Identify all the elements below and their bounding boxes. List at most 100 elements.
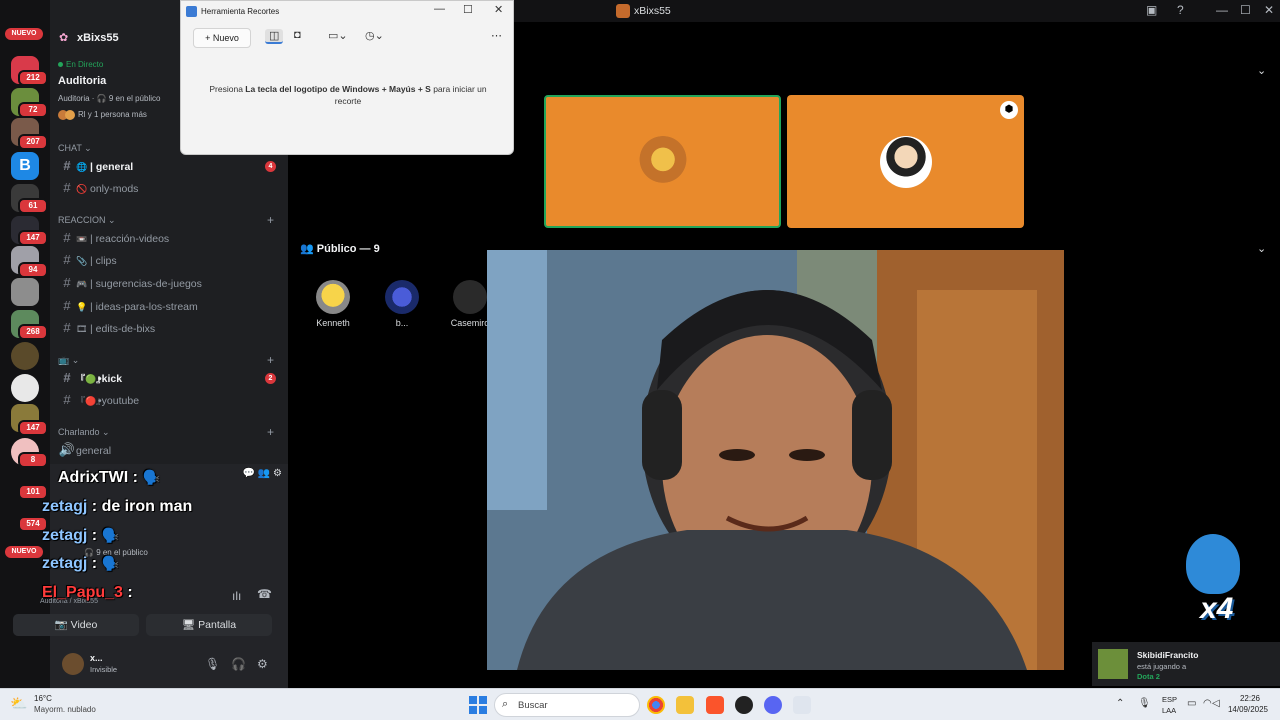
server-boost-icon: ✿ bbox=[59, 32, 69, 44]
snipping-tool-icon[interactable] bbox=[793, 696, 811, 714]
language-code[interactable]: ESP bbox=[1162, 695, 1177, 704]
add-channel-icon[interactable]: + bbox=[267, 353, 274, 367]
notification-activity: está jugando a bbox=[1137, 662, 1187, 671]
volume-icon[interactable]: ◁ bbox=[1212, 698, 1220, 709]
live-dot-icon bbox=[58, 62, 63, 67]
clock-time[interactable]: 22:26 bbox=[1228, 694, 1272, 703]
audience-member[interactable]: Casemiro bbox=[450, 280, 490, 328]
timer-icon[interactable]: ◷⌄ bbox=[365, 29, 384, 42]
snip-close-button[interactable]: ✕ bbox=[494, 3, 503, 16]
snip-minimize-button[interactable]: — bbox=[434, 3, 445, 15]
keyboard-layout[interactable]: LAA bbox=[1162, 706, 1176, 715]
clock-date[interactable]: 14/09/2025 bbox=[1224, 705, 1272, 714]
mention-badge: 147 bbox=[18, 420, 48, 436]
speaker-tile[interactable] bbox=[544, 95, 781, 228]
weather-temp: 16°C bbox=[34, 694, 52, 703]
start-button-icon[interactable] bbox=[469, 696, 487, 714]
server-icon-b[interactable]: B bbox=[11, 152, 39, 180]
chevron-down-icon[interactable]: ⌄ bbox=[1257, 242, 1266, 255]
microphone-icon[interactable]: 🎙 bbox=[205, 657, 220, 671]
display-icon[interactable]: ▭ bbox=[1187, 698, 1196, 709]
video-mode-icon[interactable]: ◘ bbox=[294, 29, 301, 41]
close-button[interactable]: ✕ bbox=[1264, 3, 1274, 17]
avatar bbox=[65, 110, 75, 120]
chat-overlay-line: El_Papu_3 : bbox=[42, 584, 133, 602]
server-icon[interactable] bbox=[11, 278, 39, 306]
channel-edits[interactable]: # 🎞 | edits-de-bixs bbox=[58, 318, 282, 338]
brave-icon[interactable] bbox=[706, 696, 724, 714]
snip-title: Herramienta Recortes bbox=[201, 7, 280, 16]
rectangle-mode-icon[interactable]: ▭⌄ bbox=[328, 29, 348, 42]
search-label: Buscar bbox=[518, 700, 548, 711]
mention-badge: 72 bbox=[18, 102, 48, 118]
channel-clips[interactable]: # 📎 | clips bbox=[58, 250, 282, 270]
channel-label: | general bbox=[90, 161, 134, 173]
live-label: En Directo bbox=[66, 60, 104, 69]
discord-icon[interactable] bbox=[764, 696, 782, 714]
category-label: REACCION bbox=[58, 215, 106, 225]
channel-ideas[interactable]: # 💡 | ideas-para-los-stream bbox=[58, 296, 282, 316]
voice-channel-general[interactable]: 🔊general bbox=[58, 440, 282, 460]
channel-only-mods[interactable]: # 🚫 only-mods bbox=[58, 178, 282, 198]
category-charlando[interactable]: Charlando ⌄ + bbox=[58, 425, 274, 439]
audience-member[interactable]: b... bbox=[382, 280, 422, 328]
search-box[interactable]: ⌕ Buscar bbox=[494, 693, 640, 717]
chevron-up-icon[interactable]: ⌃ bbox=[1116, 698, 1124, 709]
video-button[interactable]: 📷 Video bbox=[13, 614, 139, 636]
channel-label: | reacción-videos bbox=[90, 233, 170, 245]
channel-youtube[interactable]: # 『🔴』•youtube bbox=[58, 390, 282, 410]
server-icon[interactable] bbox=[11, 374, 39, 402]
headphones-icon[interactable]: 🎧 bbox=[231, 657, 246, 671]
chat-bubble-icon[interactable]: 💬 bbox=[243, 468, 255, 479]
wifi-icon[interactable]: ◠ bbox=[1203, 698, 1212, 709]
minimize-button[interactable]: — bbox=[1216, 3, 1228, 17]
app-icon[interactable] bbox=[735, 696, 753, 714]
gear-icon[interactable]: ⚙ bbox=[273, 468, 282, 479]
video-button-label: Video bbox=[70, 619, 98, 631]
speaker-icon: 🔊 bbox=[58, 442, 76, 457]
channel-general[interactable]: # 🌐 | general 4 bbox=[58, 156, 282, 176]
notification-game: Dota 2 bbox=[1137, 672, 1160, 681]
channel-reaccion-videos[interactable]: # 📼 | reacción-videos bbox=[58, 228, 282, 248]
camera-mode-icon[interactable]: ◫ bbox=[265, 29, 284, 44]
weather-icon[interactable]: ⛅ bbox=[10, 695, 27, 712]
channel-label: general bbox=[76, 445, 112, 457]
green-circle-icon: 『🟢』 bbox=[76, 374, 106, 384]
chrome-icon[interactable] bbox=[647, 696, 665, 714]
more-options-icon[interactable]: ⋯ bbox=[491, 29, 502, 42]
chat-nick: zetagj bbox=[42, 498, 88, 515]
speaking-head-icon bbox=[1186, 534, 1240, 594]
soundboard-icon[interactable]: ılı bbox=[232, 589, 241, 603]
microphone-icon[interactable]: 🎙 bbox=[1138, 698, 1151, 709]
stage-title[interactable]: Auditoria bbox=[58, 75, 106, 87]
chevron-down-icon[interactable]: ⌄ bbox=[1257, 64, 1266, 77]
notification-user: SkibidiFrancito bbox=[1137, 650, 1199, 660]
user-panel: x... Invisible 🎙 🎧 ⚙ bbox=[50, 645, 288, 688]
speaker-tile[interactable]: ⬢ bbox=[787, 95, 1024, 228]
category-chat[interactable]: CHAT ⌄ bbox=[58, 143, 92, 154]
category-reaccion[interactable]: REACCION ⌄ + bbox=[58, 213, 274, 227]
file-explorer-icon[interactable] bbox=[676, 696, 694, 714]
settings-gear-icon[interactable]: ⚙ bbox=[257, 657, 268, 671]
disconnect-icon[interactable]: ☎ bbox=[257, 587, 272, 601]
screen-share-button[interactable]: 🖥 Pantalla bbox=[146, 614, 272, 636]
category-streams[interactable]: 📺 ⌄ + bbox=[58, 353, 274, 367]
chat-text: 🗣️ bbox=[101, 527, 119, 543]
avatar[interactable] bbox=[62, 653, 84, 675]
add-channel-icon[interactable]: + bbox=[267, 213, 274, 227]
activity-notification[interactable]: SkibidiFrancito está jugando a Dota 2 bbox=[1092, 642, 1280, 686]
server-icon[interactable] bbox=[11, 342, 39, 370]
add-channel-icon[interactable]: + bbox=[267, 425, 274, 439]
channel-kick[interactable]: # 『🟢』•kick 2 bbox=[58, 368, 282, 388]
chat-nick: zetagj bbox=[42, 527, 88, 544]
msg-shortcut: La tecla del logotipo de Windows + Mayús… bbox=[245, 84, 431, 94]
inbox-icon[interactable]: ▣ bbox=[1146, 3, 1157, 17]
maximize-button[interactable]: ☐ bbox=[1240, 3, 1251, 17]
snip-maximize-button[interactable]: ☐ bbox=[463, 3, 473, 16]
channel-sugerencias[interactable]: # 🎮 | sugerencias-de-juegos bbox=[58, 273, 282, 293]
new-snip-button[interactable]: + Nuevo bbox=[193, 28, 251, 48]
people-icon[interactable]: 👥 bbox=[258, 468, 270, 479]
audience-member[interactable]: Kenneth bbox=[313, 280, 353, 328]
help-icon[interactable]: ? bbox=[1177, 3, 1184, 17]
snipping-tool-window: Herramienta Recortes — ☐ ✕ + Nuevo ◫ ◘ ▭… bbox=[180, 0, 514, 155]
